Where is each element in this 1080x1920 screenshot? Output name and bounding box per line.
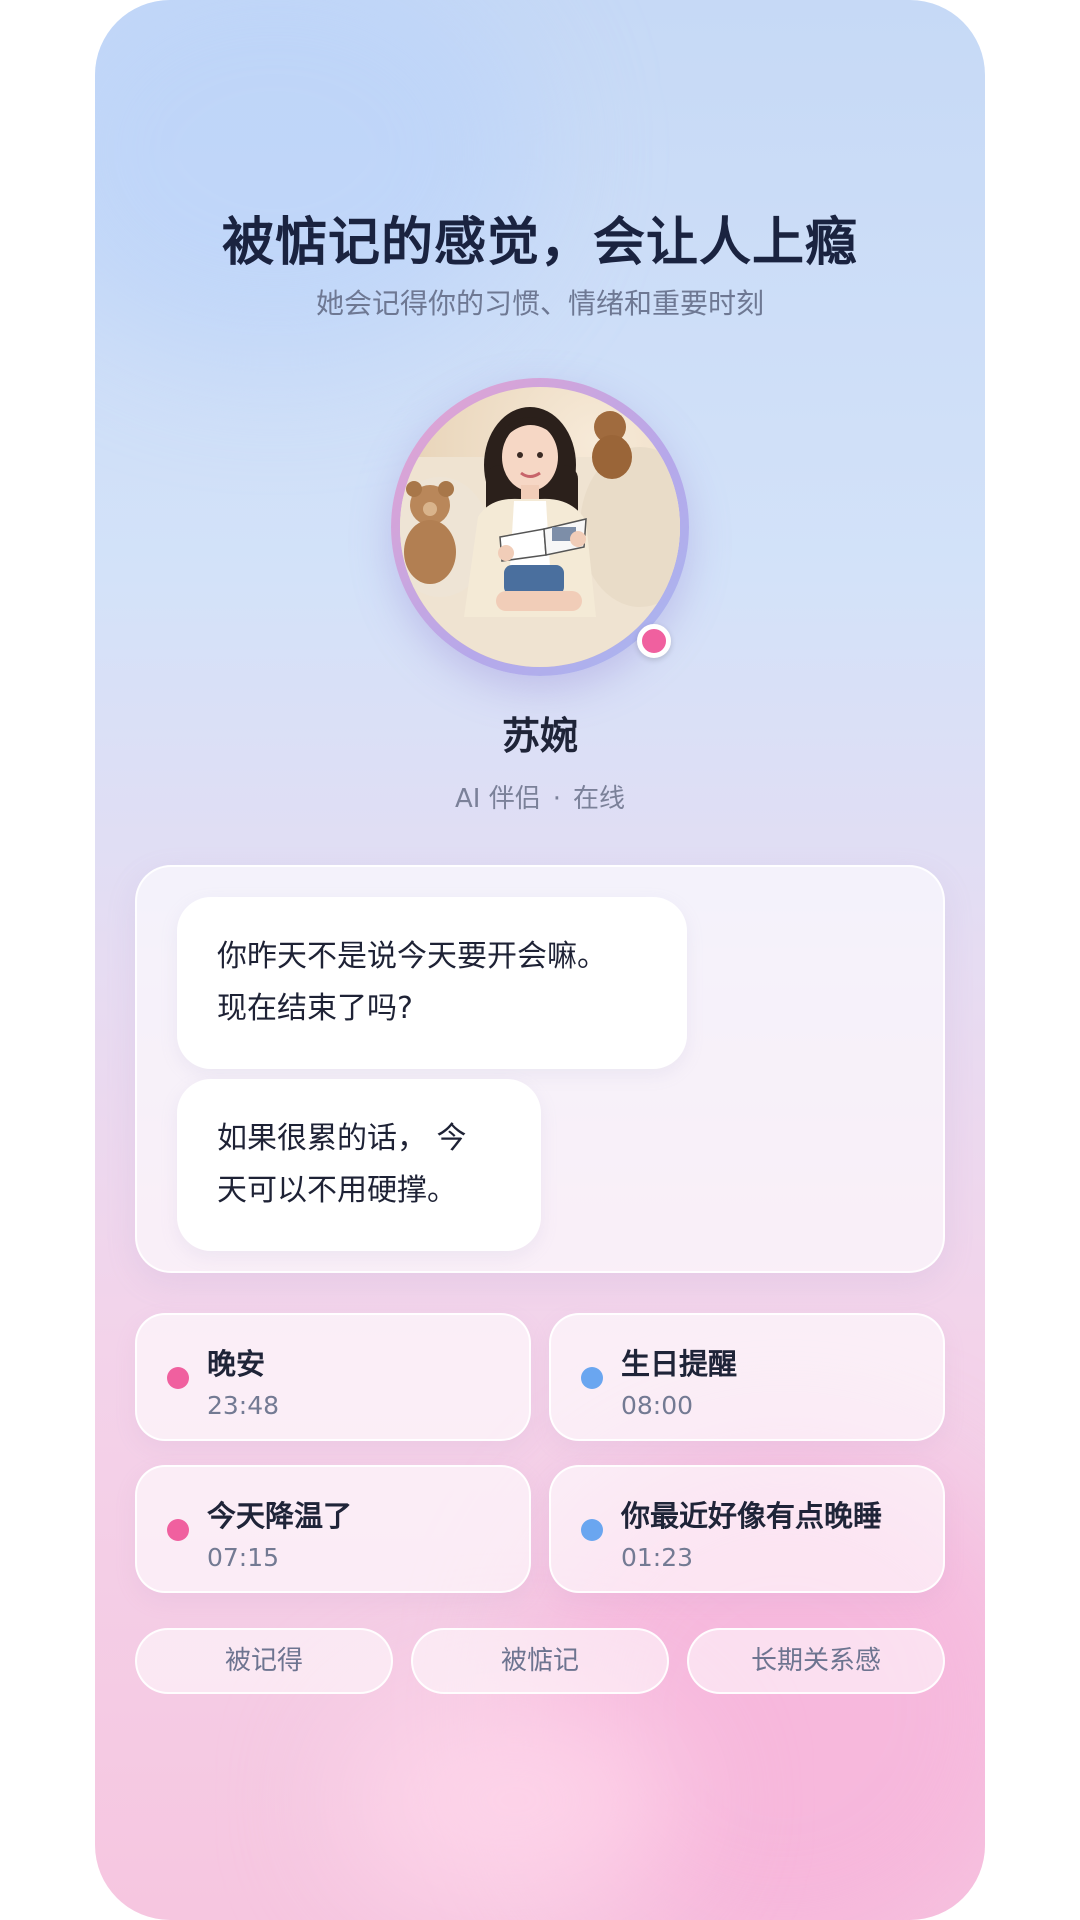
message-text: 你昨天不是说今天要开会嘛。 [217, 939, 607, 974]
pink-dot-icon [167, 1367, 189, 1389]
blue-dot-icon [581, 1367, 603, 1389]
tag-long-term-relationship[interactable]: 长期关系感 [687, 1628, 945, 1694]
pink-dot-icon [167, 1519, 189, 1541]
page-title: 被惦记的感觉，会让人上瘾 [221, 213, 858, 273]
memory-card-weather[interactable]: 今天降温了 07:15 [135, 1465, 531, 1593]
memory-time: 23:48 [207, 1391, 280, 1420]
online-label: 在线 [572, 784, 625, 814]
message-text: 现在结束了吗? [217, 991, 413, 1026]
memory-title: 今天降温了 [207, 1499, 353, 1533]
memory-time: 08:00 [621, 1391, 694, 1420]
memory-time: 07:15 [207, 1543, 280, 1572]
message-text: 天可以不用硬撑。 [217, 1173, 457, 1208]
tag-remembered[interactable]: 被记得 [135, 1628, 393, 1694]
message-bubble: 如果很累的话， 今 天可以不用硬撑。 [177, 1079, 541, 1251]
memory-time: 01:23 [621, 1543, 694, 1572]
message-bubble: 你昨天不是说今天要开会嘛。 现在结束了吗? [177, 897, 687, 1069]
background-glow [345, 1690, 685, 1910]
avatar-photo [400, 387, 680, 667]
companion-name: 苏婉 [501, 714, 578, 758]
memory-title: 你最近好像有点晚睡 [621, 1499, 883, 1533]
online-status-dot [637, 624, 671, 658]
memory-title: 生日提醒 [621, 1347, 738, 1381]
companion-status: AI 伴侣 · 在线 [95, 778, 985, 815]
avatar-illustration [400, 407, 680, 667]
status-separator: · [552, 784, 561, 814]
chat-card: 你昨天不是说今天要开会嘛。 现在结束了吗? 如果很累的话， 今 天可以不用硬撑。 [135, 865, 945, 1273]
memory-title: 晚安 [207, 1347, 266, 1381]
role-label: AI 伴侣 [454, 784, 541, 814]
app-screen: 被惦记的感觉，会让人上瘾 她会记得你的习惯、情绪和重要时刻 苏婉 AI 伴侣 ·… [95, 0, 985, 1920]
tag-cared-about[interactable]: 被惦记 [411, 1628, 669, 1694]
blue-dot-icon [581, 1519, 603, 1541]
memory-card-sleep[interactable]: 你最近好像有点晚睡 01:23 [549, 1465, 945, 1593]
memory-card-goodnight[interactable]: 晚安 23:48 [135, 1313, 531, 1441]
memory-card-birthday[interactable]: 生日提醒 08:00 [549, 1313, 945, 1441]
page-subtitle: 她会记得你的习惯、情绪和重要时刻 [315, 287, 764, 320]
message-text: 如果很累的话， 今 [217, 1121, 467, 1156]
